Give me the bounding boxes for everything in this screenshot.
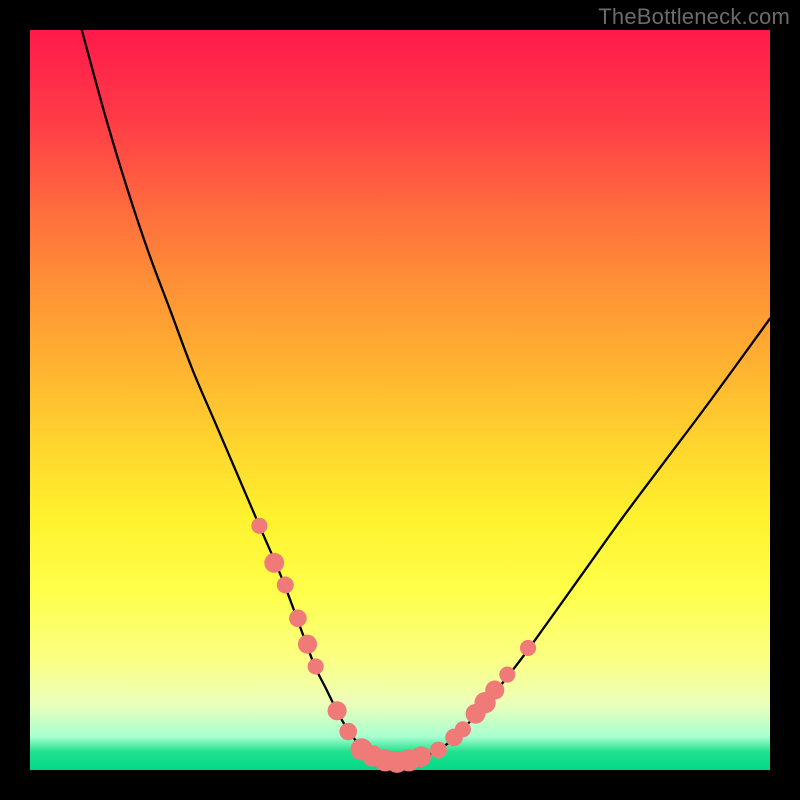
curve-point [264,553,284,573]
curve-point [328,701,347,720]
curve-point [289,609,307,627]
curve-point [339,723,357,741]
curve-point [499,666,515,682]
watermark-text: TheBottleneck.com [598,4,790,30]
curve-point [430,742,447,759]
v-curve [82,30,770,762]
curve-point [277,577,294,594]
curve-point [410,746,431,767]
curve-point [520,640,536,656]
curve-point [455,721,471,737]
curve-point [308,658,324,674]
chart-plot-area [30,30,770,770]
curve-point [485,681,504,700]
curve-layer [30,30,770,770]
curve-point [298,635,317,654]
curve-point [251,518,267,534]
curve-points-group [251,518,536,773]
